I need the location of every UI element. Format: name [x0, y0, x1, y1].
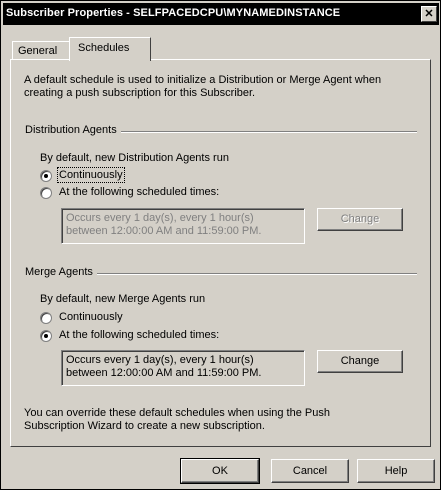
ok-button[interactable]: OK: [180, 458, 260, 484]
intro-line-2: creating a push subscription for this Su…: [24, 87, 256, 99]
cancel-button[interactable]: Cancel: [271, 459, 349, 483]
distribution-schedule-text: Occurs every 1 day(s), every 1 hour(s) b…: [61, 208, 305, 244]
tab-general-label: General: [18, 45, 58, 57]
merge-continuous-radio[interactable]: [40, 312, 52, 324]
distribution-scheduled-label[interactable]: At the following scheduled times:: [59, 186, 219, 198]
intro-line-1: A default schedule is used to initialize…: [24, 74, 382, 86]
distribution-change-button[interactable]: Change: [317, 208, 403, 231]
help-button[interactable]: Help: [357, 459, 435, 483]
override-note-line-2: Subscription Wizard to create a new subs…: [24, 420, 265, 432]
dialog-window: Subscriber Properties - SELFPACEDCPU\MYN…: [0, 0, 441, 490]
merge-scheduled-label[interactable]: At the following scheduled times:: [59, 329, 219, 341]
schedules-panel: A default schedule is used to initialize…: [10, 59, 431, 447]
close-button[interactable]: ✕: [421, 6, 437, 22]
close-icon: ✕: [424, 8, 434, 20]
merge-group-title: Merge Agents: [25, 266, 97, 278]
window-title: Subscriber Properties - SELFPACEDCPU\MYN…: [6, 7, 341, 19]
radio-selected-dot: [44, 334, 48, 338]
merge-schedule-text: Occurs every 1 day(s), every 1 hour(s) b…: [61, 350, 305, 386]
tab-schedules[interactable]: Schedules: [69, 37, 151, 61]
distribution-scheduled-radio[interactable]: [40, 187, 52, 199]
override-note-line-1: You can override these default schedules…: [24, 407, 330, 419]
radio-selected-dot: [44, 174, 48, 178]
merge-continuous-label[interactable]: Continuously: [59, 311, 123, 323]
distribution-group-title: Distribution Agents: [25, 124, 121, 136]
distribution-continuous-radio[interactable]: [40, 170, 52, 182]
merge-change-button[interactable]: Change: [317, 350, 403, 373]
distribution-continuous-label[interactable]: Continuously: [57, 167, 125, 183]
tab-strip: General Schedules: [10, 35, 430, 61]
distribution-prompt: By default, new Distribution Agents run: [40, 152, 229, 164]
merge-prompt: By default, new Merge Agents run: [40, 293, 206, 305]
merge-scheduled-radio[interactable]: [40, 330, 52, 342]
tab-schedules-label: Schedules: [78, 42, 130, 54]
title-bar[interactable]: Subscriber Properties - SELFPACEDCPU\MYN…: [3, 3, 439, 25]
tab-general[interactable]: General: [12, 41, 70, 60]
